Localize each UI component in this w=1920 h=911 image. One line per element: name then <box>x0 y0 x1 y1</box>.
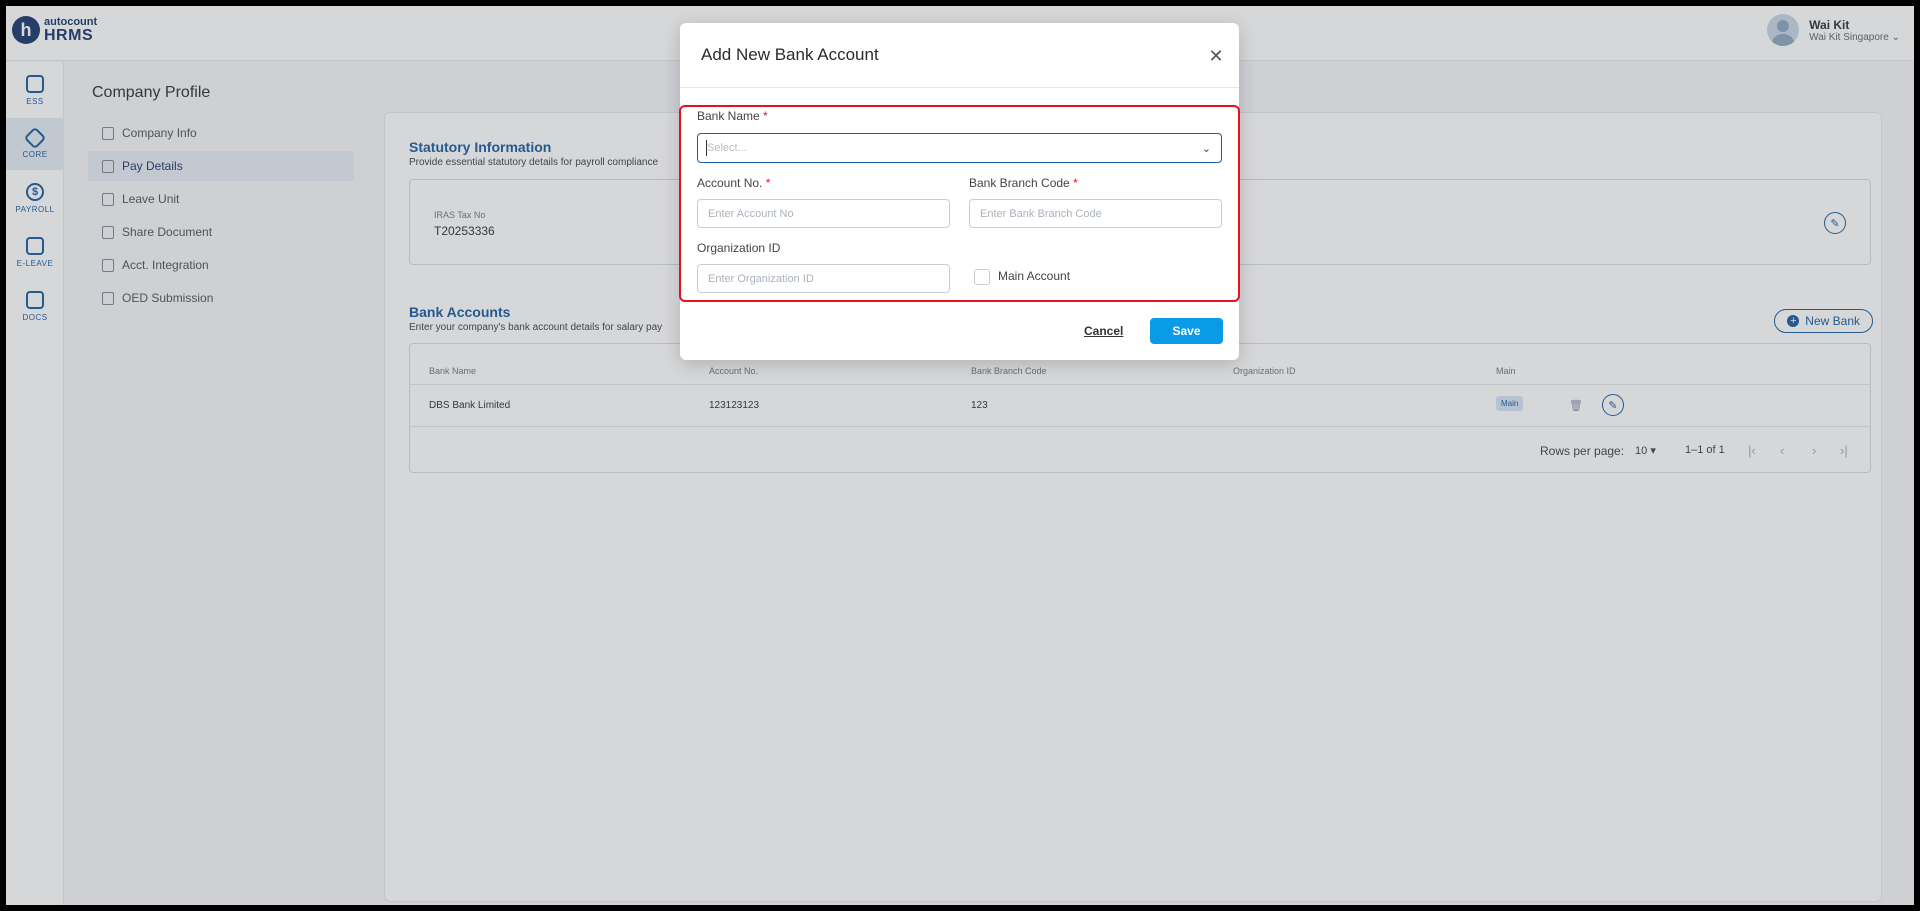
close-button[interactable]: ✕ <box>1207 47 1225 65</box>
chevron-down-icon: ⌄ <box>1201 143 1211 155</box>
close-icon: ✕ <box>1208 46 1224 66</box>
required-marker: * <box>763 109 768 123</box>
required-marker: * <box>765 176 771 190</box>
save-button[interactable]: Save <box>1150 318 1223 344</box>
org-id-input[interactable]: Enter Organization ID <box>697 264 950 293</box>
bank-name-select[interactable]: Select... ⌄ <box>697 133 1222 163</box>
account-no-input[interactable]: Enter Account No <box>697 199 950 228</box>
branch-code-input[interactable]: Enter Bank Branch Code <box>969 199 1222 228</box>
org-id-label: Organization ID <box>697 241 781 255</box>
dialog-header: Add New Bank Account ✕ <box>680 23 1239 88</box>
required-marker: * <box>1073 176 1078 190</box>
bank-name-label: Bank Name * <box>697 109 768 123</box>
main-account-label[interactable]: Main Account <box>998 269 1070 283</box>
dialog-title: Add New Bank Account <box>701 45 879 64</box>
app-window: h autocount HRMS Wai Kit Wai Kit Singapo… <box>6 6 1914 905</box>
cancel-button[interactable]: Cancel <box>1084 324 1123 338</box>
branch-code-label: Bank Branch Code * <box>969 176 1078 190</box>
bank-name-placeholder: Select... <box>707 142 747 154</box>
add-bank-account-dialog: Add New Bank Account ✕ Bank Name * Selec… <box>679 23 1240 360</box>
main-account-checkbox[interactable] <box>974 269 990 285</box>
account-no-label: Account No. * <box>697 176 771 190</box>
